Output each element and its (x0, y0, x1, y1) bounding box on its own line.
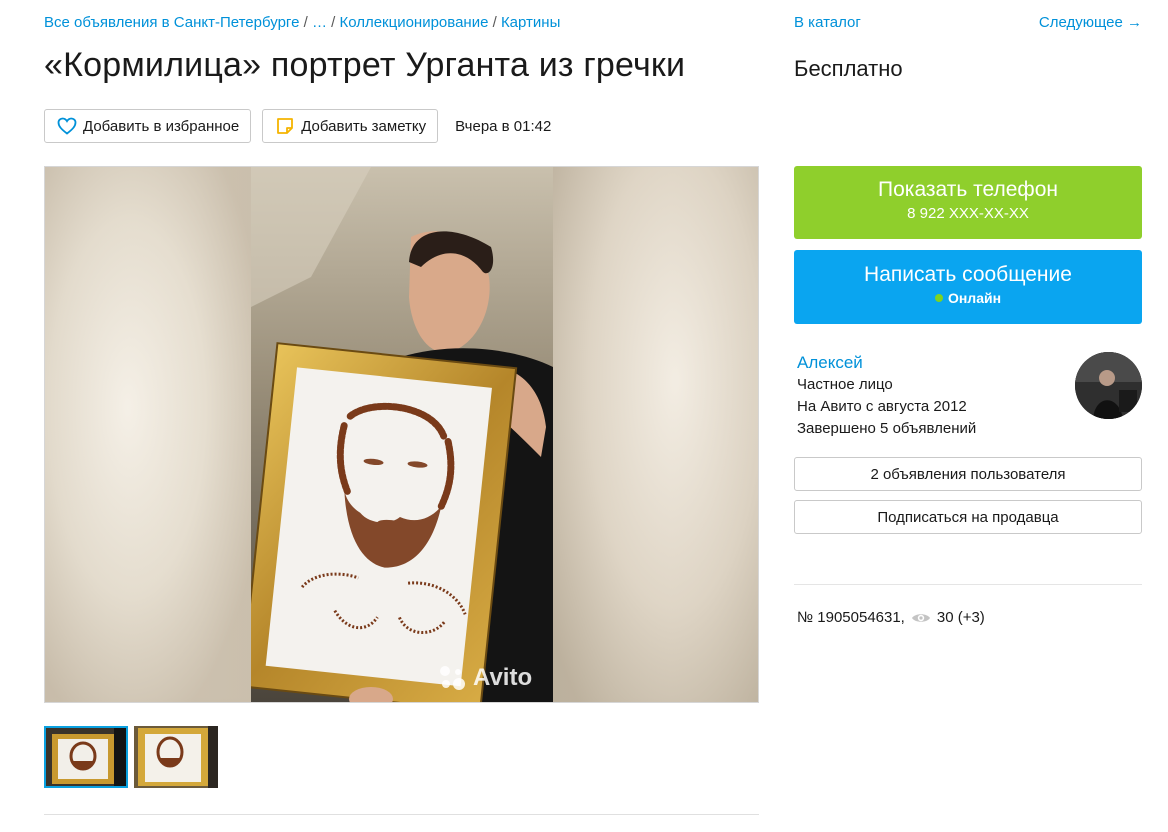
catalog-link[interactable]: В каталог (794, 14, 861, 31)
content-divider (44, 814, 759, 815)
user-ads-button[interactable]: 2 объявления пользователя (794, 457, 1142, 491)
note-icon (275, 116, 295, 136)
show-phone-label: Показать телефон (878, 178, 1058, 201)
add-favorite-button[interactable]: Добавить в избранное (44, 109, 252, 143)
photo-thumbnails (44, 726, 218, 788)
heart-icon (57, 116, 77, 136)
price: Бесплатно (794, 56, 903, 81)
avito-logo-icon (437, 663, 467, 693)
breadcrumb-all-ads[interactable]: Все объявления в Санкт-Петербурге (44, 14, 299, 31)
seller-name[interactable]: Алексей (797, 353, 863, 373)
write-message-label: Написать сообщение (864, 263, 1072, 286)
add-note-label: Добавить заметку (301, 117, 427, 135)
eye-icon (911, 611, 931, 625)
photo-blur-right (552, 167, 758, 702)
photo-blur-left (45, 167, 251, 702)
seller-avatar[interactable] (1075, 352, 1142, 419)
views-count: 30 (+3) (936, 609, 985, 626)
breadcrumb: Все объявления в Санкт-Петербурге / … / … (44, 14, 560, 31)
seller-type: Частное лицо (797, 376, 893, 393)
sidebar-divider (794, 584, 1142, 585)
ad-number: № 1905054631, (797, 609, 905, 626)
breadcrumb-collecting[interactable]: Коллекционирование (339, 14, 488, 31)
breadcrumb-paintings[interactable]: Картины (501, 14, 560, 31)
online-status: Онлайн (794, 290, 1142, 306)
online-dot-icon (934, 294, 943, 302)
breadcrumb-separator: / (488, 14, 501, 31)
listing-actions: Добавить в избранное Добавить заметку Вч… (44, 109, 551, 143)
avito-watermark-text: Avito (473, 664, 533, 691)
write-message-button[interactable]: Написать сообщение Онлайн (794, 250, 1142, 324)
page-title: «Кормилица» портрет Урганта из гречки (44, 46, 686, 84)
show-phone-button[interactable]: Показать телефон 8 922 XXX-XX-XX (794, 166, 1142, 239)
next-listing-link[interactable]: Следующее → (1039, 14, 1142, 31)
online-status-label: Онлайн (947, 290, 1002, 306)
breadcrumb-ellipsis[interactable]: … (312, 14, 327, 31)
breadcrumb-separator: / (299, 14, 312, 31)
thumbnail-2[interactable] (134, 726, 218, 788)
main-photo[interactable]: Avito (44, 166, 759, 703)
add-favorite-label: Добавить в избранное (83, 117, 240, 135)
subscribe-seller-button[interactable]: Подписаться на продавца (794, 500, 1142, 534)
thumbnail-1[interactable] (44, 726, 128, 788)
add-note-button[interactable]: Добавить заметку (262, 109, 439, 143)
seller-since: На Авито с августа 2012 (797, 398, 967, 415)
seller-completed: Завершено 5 объявлений (797, 420, 977, 437)
breadcrumb-separator: / (326, 14, 340, 31)
listing-meta: № 1905054631, 30 (+3) (797, 609, 985, 626)
phone-number-masked: 8 922 XXX-XX-XX (907, 205, 1029, 222)
listing-photo (251, 167, 553, 702)
avito-watermark: Avito (437, 663, 532, 693)
posted-time: Вчера в 01:42 (455, 117, 552, 135)
